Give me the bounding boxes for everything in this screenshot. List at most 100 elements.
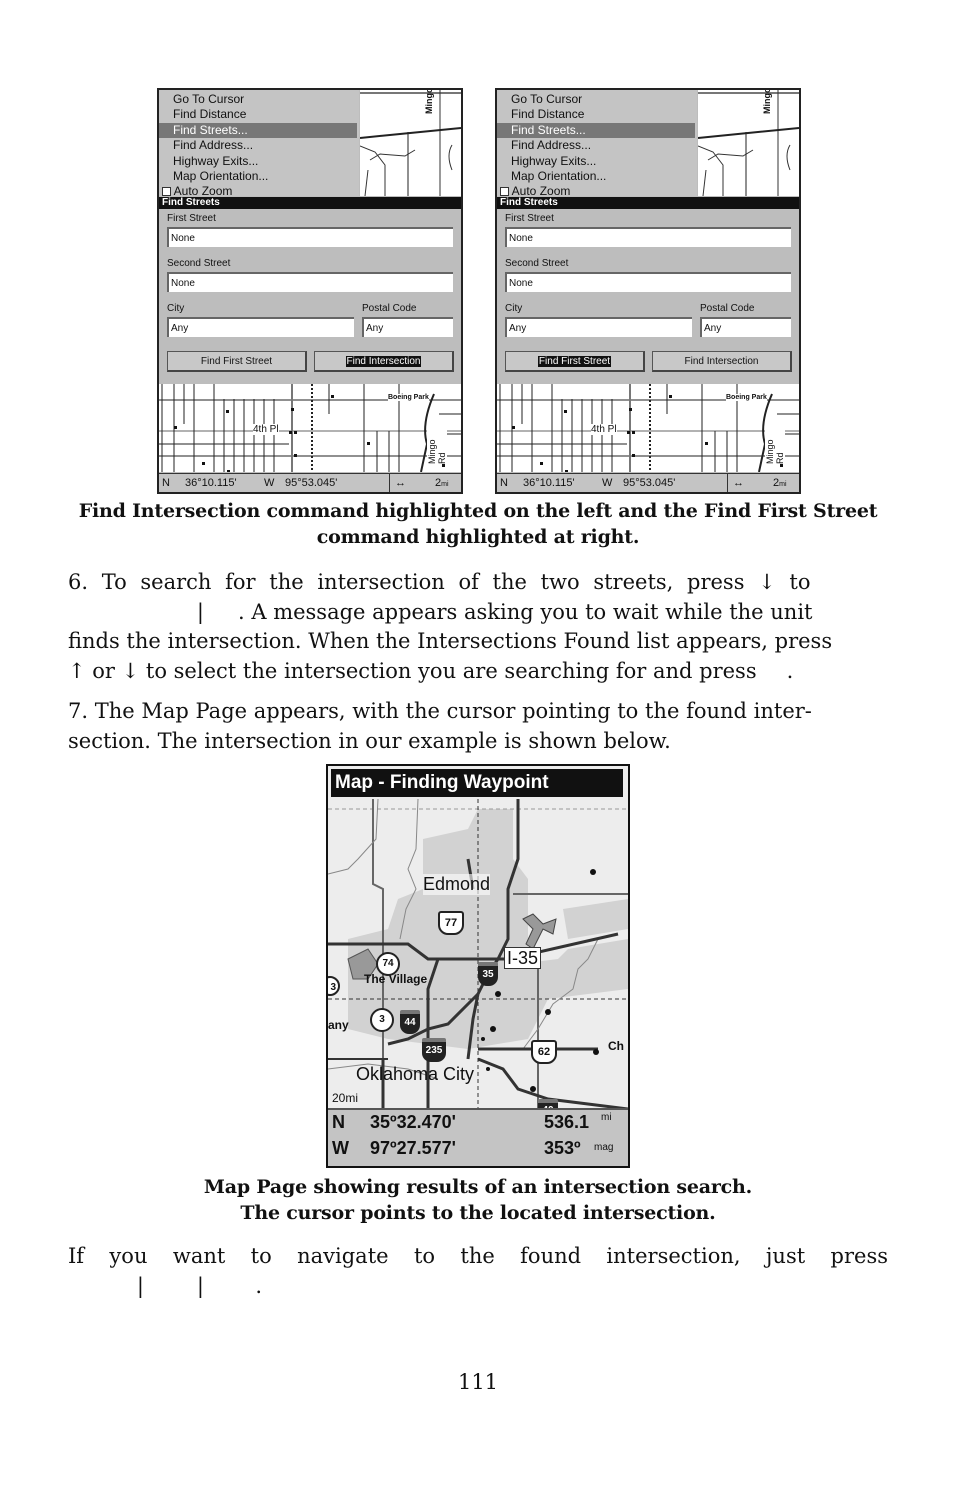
checkbox-icon <box>500 187 509 197</box>
auto-zoom-label: Auto Zoom <box>173 184 233 198</box>
city-label-bethany: any <box>328 1018 349 1032</box>
find-intersection-label: Find Intersection <box>684 356 759 367</box>
step-6-paragraph: 6. To search for the intersection of the… <box>68 568 888 686</box>
closing-line-2: | |. <box>68 1272 888 1302</box>
city-field[interactable]: Any <box>167 317 354 337</box>
postal-code-label: Postal Code <box>362 303 417 314</box>
lat-hemisphere: N <box>162 477 170 489</box>
status-divider <box>727 474 728 492</box>
page-number: 111 <box>457 1370 499 1394</box>
road-label-mingo: Mingo Rd <box>765 430 785 464</box>
key-separator: | <box>196 1273 204 1298</box>
position-status-bar: N 36°10.115' W 95°53.045' ↔ 2mi <box>159 473 461 492</box>
bearing-unit: mag <box>594 1142 614 1153</box>
us-77-shield-icon: 77 <box>438 911 464 935</box>
scale-arrow-icon: ↔ <box>733 477 744 489</box>
step-7-line-1: 7. The Map Page appears, with the cursor… <box>68 699 812 723</box>
highway-label-i35: I-35 <box>504 947 542 969</box>
longitude: 95°53.045' <box>623 477 676 489</box>
lat-hemisphere: N <box>500 477 508 489</box>
zoom-scale: 20mi <box>332 1091 359 1105</box>
latitude: 35º32.470' <box>370 1112 456 1132</box>
map-page-title: Map - Finding Waypoint <box>331 769 623 797</box>
city-field[interactable]: Any <box>505 317 692 337</box>
step-6-line-3: finds the intersection. When the Interse… <box>68 629 833 653</box>
second-street-label: Second Street <box>505 258 569 269</box>
find-intersection-label: Find Intersection <box>345 356 422 367</box>
map-canvas <box>328 799 628 1108</box>
park-label: Boeing Park <box>726 394 767 401</box>
bearing-value: 353º <box>544 1138 581 1158</box>
menu-item-find-streets[interactable]: Find Streets... <box>497 123 695 138</box>
menu-item-find-streets[interactable]: Find Streets... <box>159 123 357 138</box>
menu-item-highway-exits[interactable]: Highway Exits... <box>173 154 258 169</box>
find-first-street-button[interactable]: Find First Street <box>505 351 645 372</box>
auto-zoom-label: Auto Zoom <box>511 184 571 198</box>
first-street-label: First Street <box>505 213 554 224</box>
menu-item-go-to-cursor[interactable]: Go To Cursor <box>173 92 244 107</box>
first-street-field[interactable]: None <box>167 227 453 247</box>
lat-hemisphere: N <box>332 1112 345 1132</box>
postal-code-field[interactable]: Any <box>700 317 791 337</box>
closing-period: . <box>255 1273 262 1298</box>
menu-item-find-address[interactable]: Find Address... <box>173 138 253 153</box>
lon-hemisphere: W <box>332 1138 349 1158</box>
map-page-screen: Map - Finding Waypoint Edmond The Villag… <box>326 764 630 1168</box>
find-first-street-label: Find First Street <box>537 356 612 367</box>
step-6-line-2: | . A message appears asking you to wait … <box>68 598 888 628</box>
distance-unit: mi <box>601 1112 612 1123</box>
latitude: 36°10.115' <box>523 477 575 489</box>
menu-item-highway-exits[interactable]: Highway Exits... <box>511 154 596 169</box>
street-label-4th-pl: 4th Pl <box>253 424 279 435</box>
key-separator: | <box>196 599 204 624</box>
find-intersection-button[interactable]: Find Intersection <box>652 351 792 372</box>
second-street-label: Second Street <box>167 258 231 269</box>
postal-code-field[interactable]: Any <box>362 317 453 337</box>
city-label-the-village: The Village <box>364 972 428 986</box>
postal-code-label: Postal Code <box>700 303 755 314</box>
city-label-ch: Ch <box>608 1039 624 1053</box>
road-label-mingo: Mingo Rd <box>427 430 447 464</box>
lon-hemisphere: W <box>602 477 613 489</box>
city-label-oklahoma-city: Oklahoma City <box>356 1064 475 1084</box>
step-6-line-4: ↑ or ↓ to select the intersection you ar… <box>68 657 888 687</box>
second-street-field[interactable]: None <box>167 272 453 292</box>
street-map: 4th Pl Boeing Park Mingo Rd <box>497 384 799 473</box>
find-first-street-button[interactable]: Find First Street <box>167 351 307 372</box>
sh-74-shield-icon: 74 <box>376 952 400 976</box>
menu-item-map-orientation[interactable]: Map Orientation... <box>173 169 268 184</box>
dialog-title: Find Streets <box>497 197 799 209</box>
us-62-shield-icon: 62 <box>531 1040 557 1064</box>
menu-item-go-to-cursor[interactable]: Go To Cursor <box>511 92 582 107</box>
map-scale: 2mi <box>435 474 449 492</box>
interstate-235-shield-icon: 235 <box>422 1038 446 1062</box>
first-street-field[interactable]: None <box>505 227 791 247</box>
street-label-4th-pl: 4th Pl <box>591 424 617 435</box>
longitude: 95°53.045' <box>285 477 338 489</box>
menu-item-map-orientation[interactable]: Map Orientation... <box>511 169 606 184</box>
interstate-35-shield-icon: 35 <box>478 962 498 986</box>
city-label-edmond: Edmond <box>423 874 491 895</box>
menu-item-find-distance[interactable]: Find Distance <box>173 107 246 122</box>
menu-item-find-distance[interactable]: Find Distance <box>511 107 584 122</box>
dialog-title: Find Streets <box>159 197 461 209</box>
step-6-line-4-text: ↑ or ↓ to select the intersection you ar… <box>68 658 757 683</box>
second-street-field[interactable]: None <box>505 272 791 292</box>
figure-caption-2: Map Page showing results of an intersect… <box>70 1174 886 1226</box>
gps-screen-right: Go To Cursor Find Distance Find Streets.… <box>495 88 801 494</box>
key-separator: | <box>136 1273 144 1298</box>
distance-value: 536.1 <box>544 1112 590 1132</box>
map-menu: Go To Cursor Find Distance Find Streets.… <box>159 90 359 198</box>
lon-hemisphere: W <box>264 477 275 489</box>
find-intersection-button[interactable]: Find Intersection <box>314 351 454 372</box>
city-label: City <box>505 303 523 314</box>
step-7-paragraph: 7. The Map Page appears, with the cursor… <box>68 697 888 756</box>
caption-2-line-2: The cursor points to the located interse… <box>240 1202 716 1224</box>
menu-item-find-address[interactable]: Find Address... <box>511 138 591 153</box>
first-street-label: First Street <box>167 213 216 224</box>
closing-line-1: If you want to navigate to the found int… <box>68 1244 888 1268</box>
mini-map-street-label: Mingo <box>424 88 434 114</box>
caption-2-line-1: Map Page showing results of an intersect… <box>203 1176 753 1198</box>
closing-paragraph: If you want to navigate to the found int… <box>68 1242 888 1301</box>
mini-map-street-label: Mingo <box>762 88 772 114</box>
